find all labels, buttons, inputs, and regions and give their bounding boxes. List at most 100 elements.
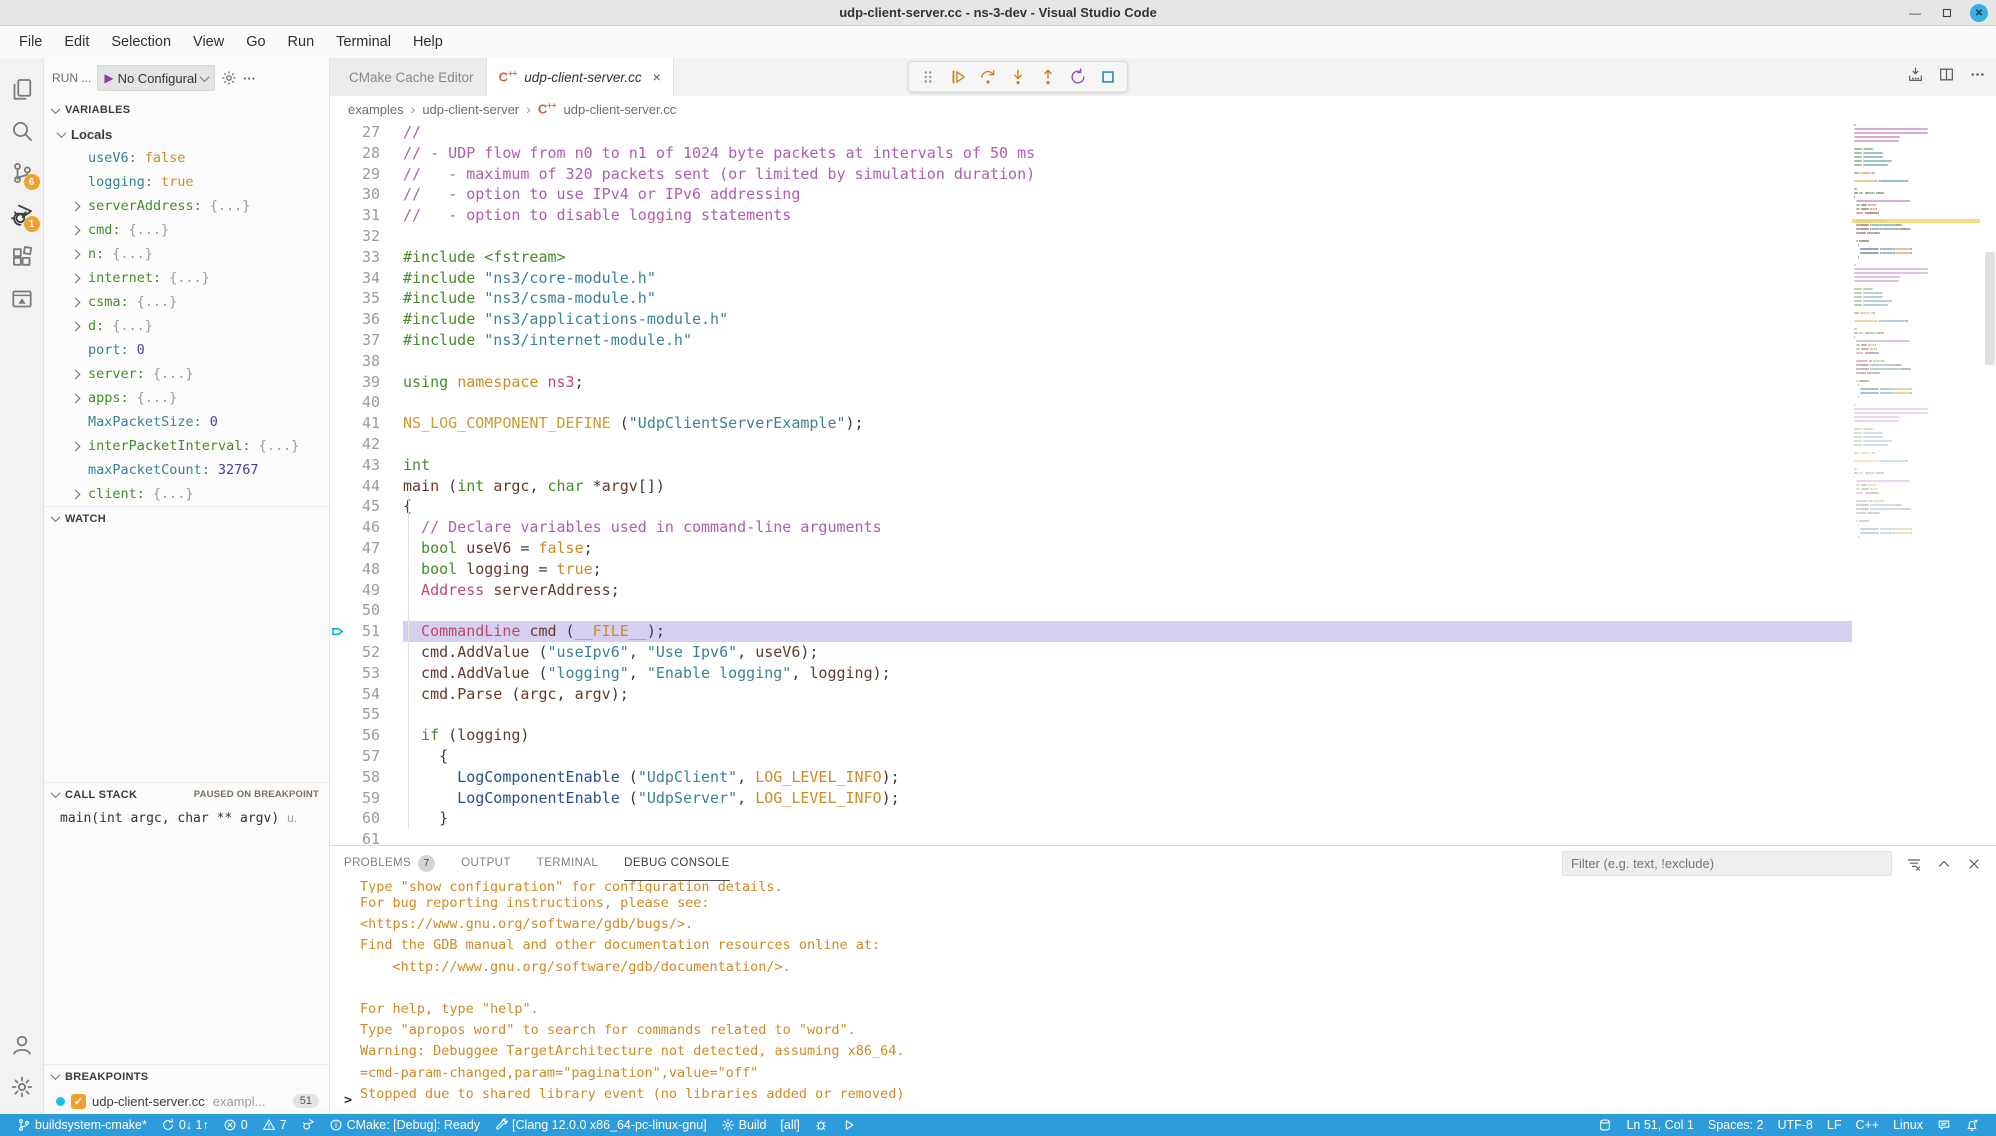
variable-row[interactable]: server:{...} <box>44 362 329 386</box>
menu-item-selection[interactable]: Selection <box>100 26 182 58</box>
variable-row[interactable]: client:{...} <box>44 482 329 506</box>
activity-bar-item-settings[interactable] <box>2 1066 42 1108</box>
status-bar-item-sync[interactable]: 0↓ 1↑ <box>154 1118 216 1132</box>
minimap[interactable] <box>1852 124 1980 548</box>
panel-tab-problems[interactable]: PROBLEMS7 <box>344 846 435 881</box>
status-bar-item-build[interactable]: Build <box>714 1118 774 1132</box>
chevron-up-icon[interactable] <box>1936 856 1952 872</box>
breadcrumb-item[interactable]: udp-client-server <box>422 102 519 117</box>
activity-bar-item-accounts[interactable] <box>2 1024 42 1066</box>
variable-row[interactable]: internet:{...} <box>44 266 329 290</box>
status-bar-item-feedback[interactable] <box>1930 1118 1958 1132</box>
console-filter-input[interactable] <box>1562 851 1892 876</box>
status-bar-item-indentation[interactable]: Spaces: 2 <box>1701 1118 1771 1132</box>
menu-item-view[interactable]: View <box>182 26 235 58</box>
variable-row[interactable]: apps:{...} <box>44 386 329 410</box>
code-line[interactable]: 33#include <fstream> <box>330 247 1996 268</box>
code-line[interactable]: 42 <box>330 434 1996 455</box>
panel-tab-output[interactable]: OUTPUT <box>461 846 511 881</box>
status-bar-item-os[interactable]: Linux <box>1886 1118 1930 1132</box>
call-stack-section-header[interactable]: CALL STACK PAUSED ON BREAKPOINT <box>44 782 329 806</box>
code-line[interactable]: 32 <box>330 226 1996 247</box>
tab-cmake-cache-editor[interactable]: CMake Cache Editor <box>330 58 487 96</box>
line-number[interactable]: 34 <box>346 268 380 289</box>
code-line[interactable]: 45{ <box>330 496 1996 517</box>
status-bar-item-cmake-status[interactable]: CMake: [Debug]: Ready <box>322 1118 487 1132</box>
line-number[interactable]: 42 <box>346 434 380 455</box>
breadcrumb-item[interactable]: udp-client-server.cc <box>564 102 677 117</box>
code-line[interactable]: 39using namespace ns3; <box>330 372 1996 393</box>
code-line[interactable]: 56 if (logging) <box>330 725 1996 746</box>
line-number[interactable]: 58 <box>346 767 380 788</box>
line-number[interactable]: 35 <box>346 288 380 309</box>
code-line[interactable]: 49 Address serverAddress; <box>330 580 1996 601</box>
code-line[interactable]: 30// - option to use IPv4 or IPv6 addres… <box>330 184 1996 205</box>
line-number[interactable]: 41 <box>346 413 380 434</box>
debug-continue-button[interactable] <box>945 64 971 90</box>
line-number[interactable]: 61 <box>346 829 380 845</box>
activity-bar-item-run-and-debug[interactable]: 1 <box>2 194 42 236</box>
code-line[interactable]: 50 <box>330 600 1996 621</box>
menu-item-go[interactable]: Go <box>235 26 276 58</box>
status-bar-item-debug-alt[interactable] <box>294 1118 322 1132</box>
debug-step-out-button[interactable] <box>1035 64 1061 90</box>
debug-stop-button[interactable] <box>1095 64 1121 90</box>
breadcrumb[interactable]: examples›udp-client-server›C++udp-client… <box>330 96 1996 122</box>
line-number[interactable]: 38 <box>346 351 380 372</box>
status-bar-item-kit[interactable]: [Clang 12.0.0 x86_64-pc-linux-gnu] <box>487 1118 714 1132</box>
line-number[interactable]: 56 <box>346 725 380 746</box>
menu-item-terminal[interactable]: Terminal <box>325 26 402 58</box>
code-line[interactable]: 54 cmd.Parse (argc, argv); <box>330 684 1996 705</box>
code-line[interactable]: 41NS_LOG_COMPONENT_DEFINE ("UdpClientSer… <box>330 413 1996 434</box>
code-line[interactable]: 60 } <box>330 808 1996 829</box>
status-bar-item-notifications[interactable] <box>1958 1118 1986 1132</box>
console-prompt[interactable]: > <box>344 1092 352 1108</box>
variable-row[interactable]: cmd:{...} <box>44 218 329 242</box>
debug-restart-button[interactable] <box>1065 64 1091 90</box>
line-number[interactable]: 40 <box>346 392 380 413</box>
code-line[interactable]: 36#include "ns3/applications-module.h" <box>330 309 1996 330</box>
line-number[interactable]: 30 <box>346 184 380 205</box>
menu-item-file[interactable]: File <box>8 26 53 58</box>
line-number[interactable]: 31 <box>346 205 380 226</box>
line-number[interactable]: 47 <box>346 538 380 559</box>
variable-row[interactable]: n:{...} <box>44 242 329 266</box>
breakpoint-row[interactable]: ✓udp-client-server.ccexampl...51 <box>44 1088 329 1114</box>
panel-tab-debug-console[interactable]: DEBUG CONSOLE <box>624 846 730 881</box>
close-icon[interactable]: ✕ <box>1970 4 1988 22</box>
debug-console[interactable]: Type "show configuration" for configurat… <box>330 881 1996 1114</box>
status-bar-item-errors[interactable]: 0 <box>216 1118 255 1132</box>
debug-step-over-button[interactable] <box>975 64 1001 90</box>
code-line[interactable]: 40 <box>330 392 1996 413</box>
breakpoint-checkbox[interactable]: ✓ <box>71 1094 86 1109</box>
code-editor[interactable]: 27//28// - UDP flow from n0 to n1 of 102… <box>330 122 1996 845</box>
watch-section-header[interactable]: WATCH <box>44 506 329 530</box>
line-number[interactable]: 59 <box>346 788 380 809</box>
more-actions-icon[interactable]: ··· <box>243 71 256 86</box>
status-bar-item-branch[interactable]: buildsystem-cmake* <box>10 1118 154 1132</box>
status-bar-item-target[interactable]: [all] <box>773 1118 806 1132</box>
code-line[interactable]: 58 LogComponentEnable ("UdpClient", LOG_… <box>330 767 1996 788</box>
code-line[interactable]: 48 bool logging = true; <box>330 559 1996 580</box>
line-number[interactable]: 27 <box>346 122 380 143</box>
code-line[interactable]: 52 cmd.AddValue ("useIpv6", "Use Ipv6", … <box>330 642 1996 663</box>
status-bar-item-warnings[interactable]: 7 <box>255 1118 294 1132</box>
activity-bar-item-cmake[interactable] <box>2 278 42 320</box>
menu-item-run[interactable]: Run <box>277 26 326 58</box>
variable-row[interactable]: interPacketInterval:{...} <box>44 434 329 458</box>
code-line[interactable]: 34#include "ns3/core-module.h" <box>330 268 1996 289</box>
line-number[interactable]: 48 <box>346 559 380 580</box>
status-bar-item-encoding[interactable]: UTF-8 <box>1770 1118 1819 1132</box>
editor-action-import-changes[interactable] <box>1907 66 1924 88</box>
code-line[interactable]: 59 LogComponentEnable ("UdpServer", LOG_… <box>330 788 1996 809</box>
line-number[interactable]: 43 <box>346 455 380 476</box>
activity-bar-item-search[interactable] <box>2 110 42 152</box>
code-line[interactable]: 55 <box>330 704 1996 725</box>
status-bar-item-debug-target[interactable] <box>807 1118 835 1132</box>
code-line[interactable]: 37#include "ns3/internet-module.h" <box>330 330 1996 351</box>
status-bar-item-remote[interactable] <box>1591 1118 1619 1132</box>
line-number[interactable]: 49 <box>346 580 380 601</box>
variable-row[interactable]: serverAddress:{...} <box>44 194 329 218</box>
panel-tab-terminal[interactable]: TERMINAL <box>537 846 598 881</box>
tab-udp-client-server-cc[interactable]: C++udp-client-server.cc× <box>487 58 674 96</box>
